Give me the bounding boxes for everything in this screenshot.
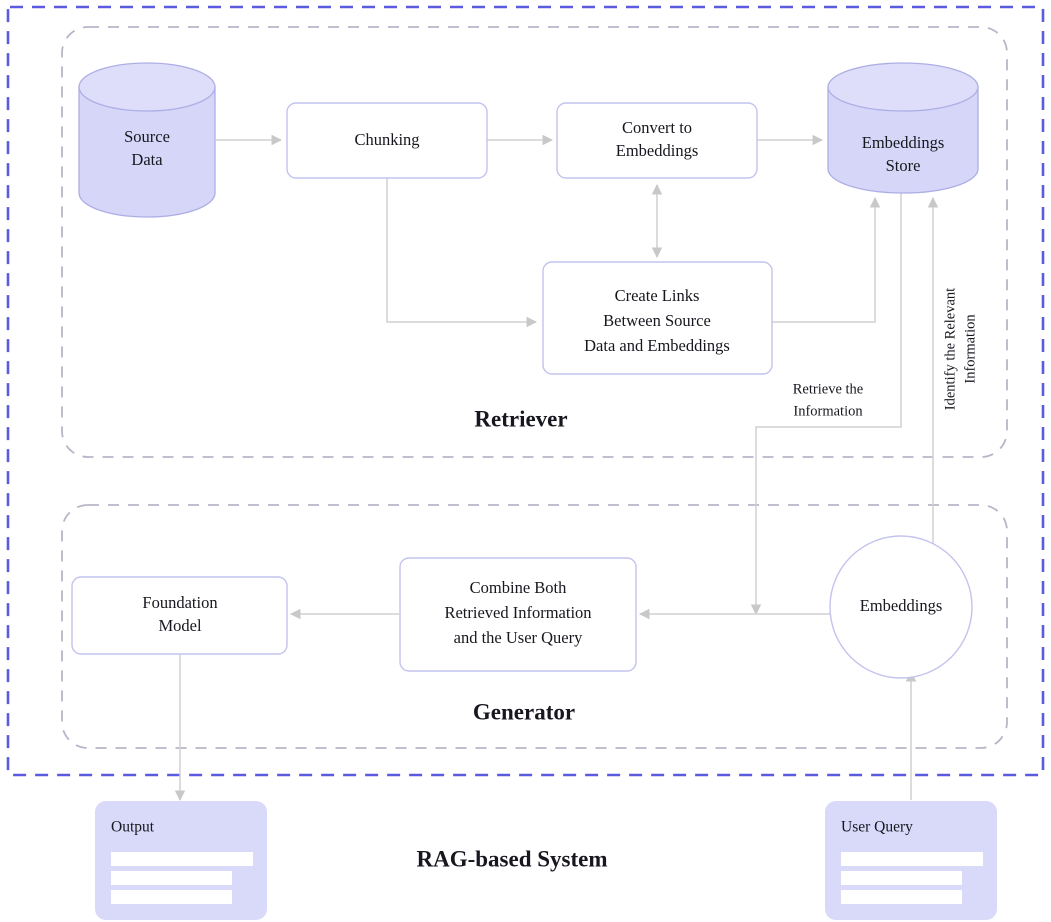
node-foundation-model-line-0: Foundation [142, 593, 217, 612]
card-user-query-bar-1 [841, 871, 962, 885]
section-label-generator: Generator [473, 699, 575, 724]
node-combine-line-2: and the User Query [454, 628, 583, 647]
node-source-data-line-0: Source [124, 127, 170, 146]
edge-label-retrieve-line-1: Information [793, 403, 863, 419]
card-user-query: User Query [825, 801, 997, 920]
node-source-data-line-1: Data [131, 150, 163, 169]
node-create-links-line-1: Between Source [603, 311, 711, 330]
node-create-links-line-0: Create Links [615, 286, 700, 305]
node-embeddings-circle-label: Embeddings [860, 596, 943, 615]
node-combine-line-0: Combine Both [470, 578, 567, 597]
node-embeddings-circle: Embeddings [829, 535, 973, 679]
card-output-bar-2 [111, 890, 232, 904]
node-chunking: Chunking [286, 102, 488, 179]
diagram-title: RAG-based System [416, 846, 607, 871]
edge-chunking-to-create-links [386, 178, 538, 328]
node-embeddings-store-line-0: Embeddings [862, 133, 945, 152]
node-source-data: Source Data [78, 62, 216, 218]
node-create-links: Create Links Between Source Data and Emb… [542, 261, 773, 375]
edge-label-identify-the-relevant-information: Identify the Relevant Information [942, 288, 978, 410]
card-output-bar-1 [111, 871, 232, 885]
rag-system-diagram: Source Data Chunking Convert to Embeddin… [0, 0, 1051, 922]
node-embeddings-store-line-1: Store [886, 156, 921, 175]
card-user-query-bar-0 [841, 852, 983, 866]
node-foundation-model-line-1: Model [158, 616, 201, 635]
node-convert-line-1: Embeddings [616, 141, 699, 160]
node-combine-line-1: Retrieved Information [444, 603, 591, 622]
edge-create-links-to-store [772, 196, 881, 323]
card-user-query-bar-2 [841, 890, 962, 904]
node-create-links-line-2: Data and Embeddings [584, 336, 730, 355]
node-convert-to-embeddings: Convert to Embeddings [556, 102, 758, 179]
node-chunking-line-0: Chunking [354, 130, 419, 149]
edge-label-identify-line-0: Identify the Relevant [942, 288, 958, 410]
node-foundation-model: Foundation Model [71, 576, 288, 655]
edge-label-retrieve-line-0: Retrieve the [793, 381, 863, 397]
edge-label-identify-line-1: Information [962, 314, 978, 384]
card-output-label: Output [111, 819, 155, 836]
card-user-query-label: User Query [841, 819, 913, 836]
edge-label-retrieve-the-information: Retrieve the Information [793, 381, 864, 419]
card-output: Output [95, 801, 267, 920]
section-label-retriever: Retriever [474, 406, 567, 431]
card-output-bar-0 [111, 852, 253, 866]
node-combine-both: Combine Both Retrieved Information and t… [399, 557, 637, 672]
node-convert-line-0: Convert to [622, 118, 692, 137]
node-embeddings-store: Embeddings Store [827, 62, 979, 194]
